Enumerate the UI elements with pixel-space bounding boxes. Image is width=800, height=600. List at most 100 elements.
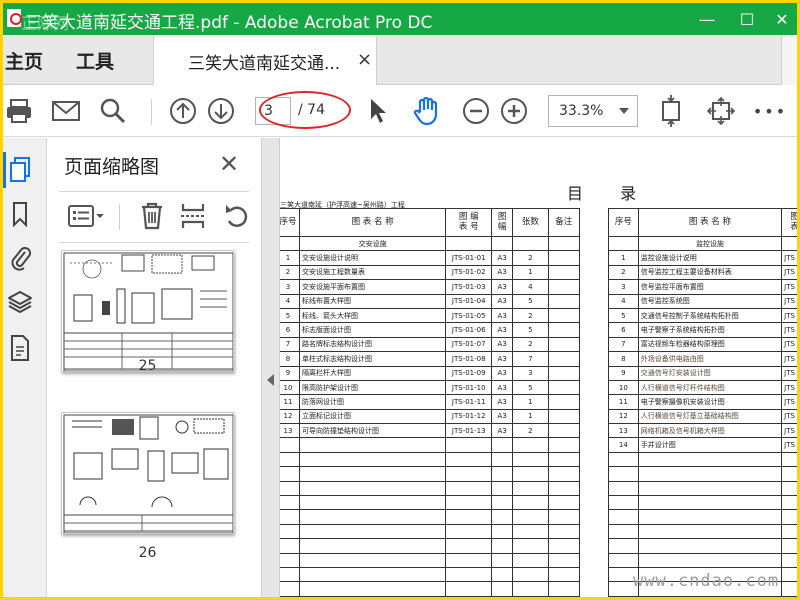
table-cell: A3 bbox=[491, 293, 514, 309]
close-window-button[interactable]: ✕ bbox=[767, 3, 797, 35]
tab-document[interactable]: 三笑大道南延交通... × bbox=[153, 35, 377, 85]
empty-row bbox=[280, 523, 581, 540]
table-cell bbox=[445, 581, 493, 597]
table-cell: 8 bbox=[608, 351, 639, 367]
options-menu-button[interactable] bbox=[67, 203, 105, 233]
table-cell bbox=[512, 495, 549, 511]
table-cell bbox=[608, 235, 639, 252]
table-cell: 3 bbox=[512, 365, 549, 381]
tab-close-button[interactable]: × bbox=[357, 49, 372, 70]
delete-page-button[interactable] bbox=[139, 201, 165, 235]
layers-icon bbox=[8, 291, 32, 313]
email-button[interactable] bbox=[49, 94, 83, 128]
table-cell: 5 bbox=[512, 379, 549, 396]
layers-button[interactable] bbox=[7, 288, 33, 316]
table-cell bbox=[298, 509, 447, 525]
acrobat-logo-icon bbox=[7, 9, 22, 27]
table-cell: 人行横道信号灯基立基础结构图 bbox=[637, 408, 783, 425]
table-cell bbox=[445, 509, 493, 525]
table-cell bbox=[547, 581, 581, 597]
toc-table-right: 序号 图 表 名 称 图 表 监控设施1监控设施设计说明JTS2信号监控工程主要… bbox=[608, 208, 797, 597]
extract-pages-button[interactable] bbox=[179, 201, 207, 235]
zoom-select[interactable]: 33.3% bbox=[548, 95, 638, 127]
pointer-icon bbox=[371, 99, 386, 123]
table-cell bbox=[637, 523, 783, 540]
empty-row bbox=[280, 581, 581, 597]
document-properties-button[interactable] bbox=[7, 334, 33, 362]
table-cell bbox=[512, 509, 549, 525]
search-button[interactable] bbox=[97, 94, 129, 128]
table-cell bbox=[547, 351, 581, 367]
previous-page-button[interactable] bbox=[167, 94, 199, 128]
table-cell bbox=[608, 451, 639, 468]
table-cell: A3 bbox=[491, 379, 514, 396]
table-row: 4 标线布置大样图 JTS-01-04 A3 5 bbox=[280, 293, 581, 309]
tab-home[interactable]: 主页 bbox=[5, 47, 43, 74]
zoom-in-button[interactable] bbox=[499, 94, 529, 128]
table-cell bbox=[298, 451, 447, 468]
more-button[interactable]: ••• bbox=[753, 94, 787, 128]
table-cell bbox=[637, 538, 783, 554]
toc-table-left: 序号 图 表 名 称 图 编 表 号 图 幅 张数 备注 交安设施 1 交安设施设计… bbox=[280, 208, 581, 597]
table-cell bbox=[781, 523, 797, 540]
thumbnail-label: 26 bbox=[138, 545, 157, 561]
table-cell bbox=[445, 495, 493, 511]
table-cell: 信号监控工程主要设备材料表 bbox=[637, 264, 783, 281]
page-thumbnail[interactable] bbox=[61, 250, 234, 372]
table-cell bbox=[781, 552, 797, 568]
rotate-page-button[interactable] bbox=[223, 201, 251, 235]
tab-tools[interactable]: 工具 bbox=[76, 47, 114, 74]
table-row: 11 防落网设计图 JTS-01-11 A3 1 bbox=[280, 394, 581, 410]
panel-tool-separator bbox=[119, 204, 120, 230]
page-thumbnail[interactable] bbox=[61, 412, 234, 534]
bookmarks-button[interactable] bbox=[7, 200, 33, 228]
fit-page-button[interactable] bbox=[656, 94, 686, 128]
full-screen-button[interactable] bbox=[705, 94, 737, 128]
page-split-icon bbox=[181, 204, 205, 228]
empty-row bbox=[280, 480, 581, 497]
table-cell bbox=[280, 581, 300, 597]
table-cell: JTS bbox=[781, 379, 797, 396]
next-page-button[interactable] bbox=[205, 94, 237, 128]
maximize-button[interactable]: ☐ bbox=[727, 3, 767, 35]
table-cell bbox=[608, 480, 639, 497]
select-tool-button[interactable] bbox=[365, 94, 391, 128]
table-cell: 交安设施平面布置图 bbox=[298, 279, 447, 295]
table-cell bbox=[512, 552, 549, 568]
print-button[interactable] bbox=[3, 94, 35, 128]
table-row: 8 外场设备供电路由图 JTS bbox=[608, 351, 797, 367]
table-cell: 交通信号灯安装设计图 bbox=[637, 365, 783, 381]
table-cell bbox=[445, 566, 493, 583]
document-view[interactable]: 目 录 三笑大道南延（护浮高速~吴州路）工程 序号 图 表 名 称 图 编 表 … bbox=[280, 138, 797, 597]
table-cell: 2 bbox=[512, 250, 549, 266]
table-cell: JTS bbox=[781, 264, 797, 281]
table-cell bbox=[445, 451, 493, 468]
table-cell: 防落网设计图 bbox=[298, 394, 447, 410]
table-cell bbox=[637, 480, 783, 497]
empty-row bbox=[280, 437, 581, 453]
page-thumbnails-button[interactable] bbox=[7, 156, 33, 184]
table-cell: 11 bbox=[608, 394, 639, 410]
table-cell bbox=[491, 538, 514, 554]
table-cell bbox=[781, 566, 797, 583]
table-cell bbox=[512, 235, 549, 252]
attachments-button[interactable] bbox=[7, 244, 33, 272]
panel-splitter[interactable] bbox=[261, 138, 280, 597]
hand-tool-button[interactable] bbox=[411, 94, 441, 128]
zoom-out-button[interactable] bbox=[461, 94, 491, 128]
collapse-panel-icon[interactable] bbox=[267, 374, 274, 386]
table-cell: 13 bbox=[280, 423, 300, 439]
table-cell: 12 bbox=[280, 408, 300, 425]
column-header: 图 表 名 称 bbox=[298, 208, 447, 237]
table-cell: JTS bbox=[781, 293, 797, 309]
minimize-button[interactable]: — bbox=[687, 3, 727, 35]
panel-close-button[interactable]: ✕ bbox=[219, 150, 239, 178]
table-cell: 6 bbox=[280, 322, 300, 338]
thumbnail-panel: 页面缩略图 ✕ 25 26 bbox=[47, 138, 301, 597]
table-cell: 12 bbox=[608, 408, 639, 425]
table-cell: 7 bbox=[608, 336, 639, 353]
table-header-row: 序号 图 表 名 称 图 表 bbox=[608, 208, 797, 237]
table-cell: 标线、箭头大样图 bbox=[298, 307, 447, 324]
table-row: 5 交通信号控制子系统结构拓扑图 JTS bbox=[608, 307, 797, 324]
table-cell: JTS bbox=[781, 336, 797, 353]
